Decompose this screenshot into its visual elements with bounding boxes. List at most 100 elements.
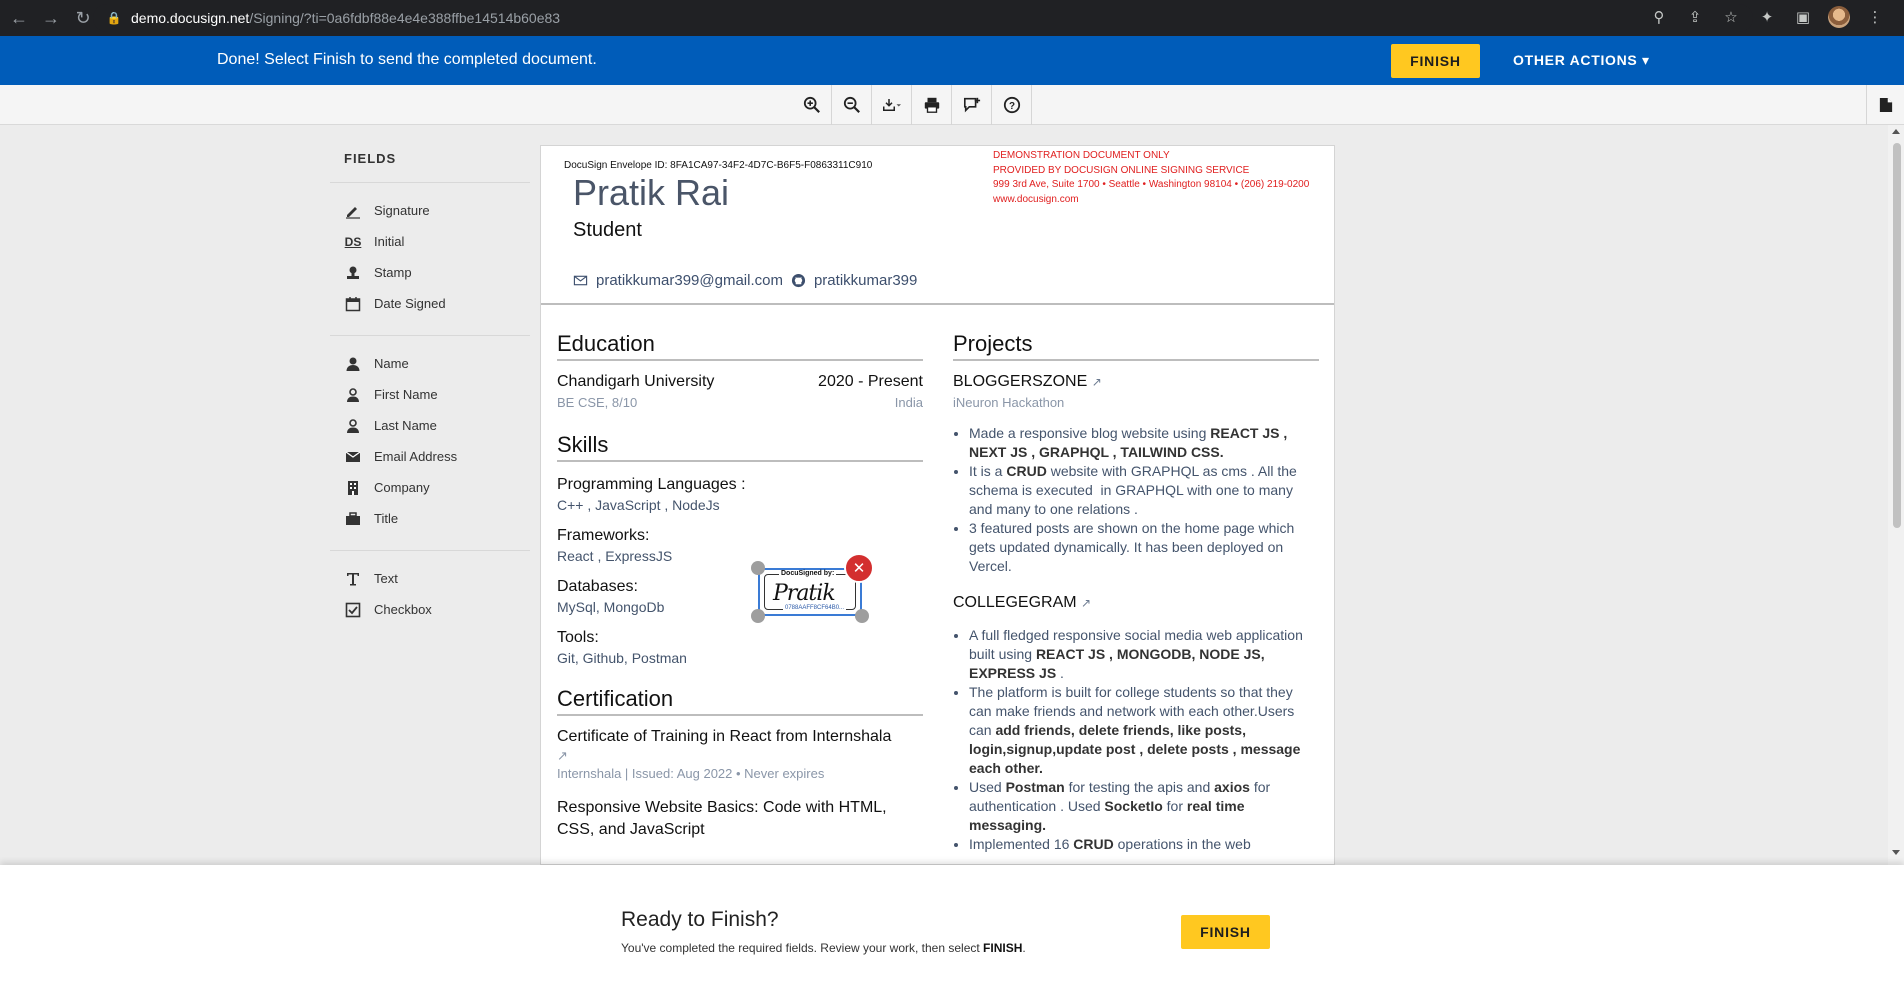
field-checkbox[interactable]: Checkbox	[330, 594, 530, 625]
field-title[interactable]: Title	[330, 503, 530, 534]
svg-text:?: ?	[1008, 101, 1014, 112]
field-first-name[interactable]: First Name	[330, 379, 530, 410]
field-label: Signature	[374, 203, 430, 218]
field-name[interactable]: Name	[330, 348, 530, 379]
field-last-name[interactable]: Last Name	[330, 410, 530, 441]
star-icon[interactable]: ☆	[1720, 6, 1742, 28]
list-item: It is a CRUD website with GRAPHQL as cms…	[969, 462, 1319, 519]
skill-heading: Programming Languages :	[557, 476, 746, 493]
education-heading: Education	[557, 331, 923, 361]
checkbox-icon	[344, 601, 362, 619]
location: India	[894, 395, 923, 410]
skill-value: C++ , JavaScript , NodeJs	[557, 497, 720, 513]
field-date-signed[interactable]: Date Signed	[330, 288, 530, 319]
delete-field-icon[interactable]: ✕	[844, 553, 874, 583]
scroll-down-icon[interactable]	[1892, 850, 1900, 855]
document-pages-icon[interactable]	[1866, 85, 1904, 125]
list-item: Implemented 16 CRUD operations in the we…	[969, 835, 1319, 854]
browser-actions: ⚲ ⇪ ☆ ✦ ▣ ⋮	[1648, 6, 1886, 28]
profile-avatar[interactable]	[1828, 6, 1850, 28]
field-label: Text	[374, 571, 398, 586]
list-item: The platform is built for college studen…	[969, 683, 1319, 778]
ready-instructions: You've completed the required fields. Re…	[621, 941, 1026, 955]
finish-button-top[interactable]: FINISH	[1391, 44, 1480, 78]
field-company[interactable]: Company	[330, 472, 530, 503]
zoom-out-icon[interactable]	[832, 85, 872, 125]
skill-heading: Tools:	[557, 629, 599, 646]
list-item: A full fledged responsive social media w…	[969, 626, 1319, 683]
ready-text-prefix: You've completed the required fields. Re…	[621, 941, 984, 955]
skills-heading: Skills	[557, 432, 923, 462]
zoom-in-icon[interactable]	[792, 85, 832, 125]
building-icon	[344, 479, 362, 497]
resume-name: Pratik Rai	[573, 172, 730, 213]
external-link-icon[interactable]: ↗	[1092, 375, 1102, 389]
project-title-text: BLOGGERSZONE	[953, 373, 1088, 390]
download-icon[interactable]	[872, 85, 912, 125]
contact-email: pratikkumar399@gmail.com	[596, 272, 783, 289]
pen-icon	[344, 202, 362, 220]
field-email-address[interactable]: Email Address	[330, 441, 530, 472]
list-item: Made a responsive blog website using REA…	[969, 424, 1319, 462]
demo-line: www.docusign.com	[993, 193, 1079, 205]
print-icon[interactable]	[912, 85, 952, 125]
signature-header: DocuSigned by:	[779, 570, 837, 577]
project-title: COLLEGEGRAM ↗	[953, 594, 1319, 612]
education-years: 2020 - Present	[818, 373, 923, 390]
external-link-icon[interactable]: ↗	[1081, 596, 1091, 610]
list-item: Used Postman for testing the apis and ax…	[969, 778, 1319, 835]
document-toolbar: ?	[0, 85, 1904, 125]
school-name: Chandigarh University	[557, 373, 715, 390]
divider	[330, 182, 530, 183]
field-initial[interactable]: DS Initial	[330, 226, 530, 257]
document-page: DocuSign Envelope ID: 8FA1CA97-34F2-4D7C…	[540, 145, 1335, 865]
field-stamp[interactable]: Stamp	[330, 257, 530, 288]
ready-to-finish-panel: Ready to Finish? You've completed the re…	[0, 865, 1904, 995]
field-text[interactable]: Text	[330, 563, 530, 594]
scrollbar[interactable]	[1888, 125, 1904, 865]
ready-text-suffix: .	[1022, 941, 1026, 955]
back-icon[interactable]: ←	[6, 5, 32, 31]
url-text[interactable]: demo.docusign.net/Signing/?ti=0a6fdbf88e…	[131, 10, 560, 26]
divider	[330, 335, 530, 336]
person-outline-icon	[344, 386, 362, 404]
resize-handle[interactable]	[751, 609, 765, 623]
person-outline-icon	[344, 417, 362, 435]
sidepanel-icon[interactable]: ▣	[1792, 6, 1814, 28]
fields-title: FIELDS	[344, 151, 397, 166]
certification-heading: Certification	[557, 686, 923, 716]
resize-handle[interactable]	[855, 609, 869, 623]
skill-value: Git, Github, Postman	[557, 650, 687, 666]
scroll-thumb[interactable]	[1893, 143, 1901, 528]
menu-dots-icon[interactable]: ⋮	[1864, 6, 1886, 28]
demo-watermark: DEMONSTRATION DOCUMENT ONLY PROVIDED BY …	[993, 149, 1309, 207]
external-link-icon[interactable]: ↗	[557, 748, 923, 764]
extensions-icon[interactable]: ✦	[1756, 6, 1778, 28]
finish-button-bottom[interactable]: FINISH	[1181, 915, 1270, 949]
resume-right-column: Projects BLOGGERSZONE ↗ iNeuron Hackatho…	[953, 331, 1319, 854]
cert-title: Certificate of Training in React from In…	[557, 728, 892, 745]
field-signature[interactable]: Signature	[330, 195, 530, 226]
resize-handle[interactable]	[751, 561, 765, 575]
field-label: Name	[374, 356, 409, 371]
forward-icon[interactable]: →	[38, 5, 64, 31]
project-subtitle: iNeuron Hackathon	[953, 395, 1065, 410]
scroll-up-icon[interactable]	[1892, 129, 1900, 134]
project-title-text: COLLEGEGRAM	[953, 594, 1077, 611]
field-label: Stamp	[374, 265, 412, 280]
share-icon[interactable]: ⇪	[1684, 6, 1706, 28]
help-icon[interactable]: ?	[992, 85, 1032, 125]
field-label: Checkbox	[374, 602, 432, 617]
education-detail-row: BE CSE, 8/10 India	[557, 391, 923, 410]
envelope-icon	[344, 448, 362, 466]
education-row: Chandigarh University 2020 - Present	[557, 373, 923, 391]
signature-script: Pratik	[773, 581, 836, 606]
skill-heading: Databases:	[557, 578, 638, 595]
browser-chrome: ← → ↻ 🔒 demo.docusign.net/Signing/?ti=0a…	[0, 0, 1904, 36]
address-bar[interactable]: 🔒 demo.docusign.net/Signing/?ti=0a6fdbf8…	[93, 4, 1753, 32]
comment-add-icon[interactable]	[952, 85, 992, 125]
other-actions-menu[interactable]: OTHER ACTIONS ▾	[1513, 52, 1650, 69]
project-title: BLOGGERSZONE ↗	[953, 373, 1319, 391]
envelope-id: DocuSign Envelope ID: 8FA1CA97-34F2-4D7C…	[564, 160, 873, 171]
location-icon[interactable]: ⚲	[1648, 6, 1670, 28]
